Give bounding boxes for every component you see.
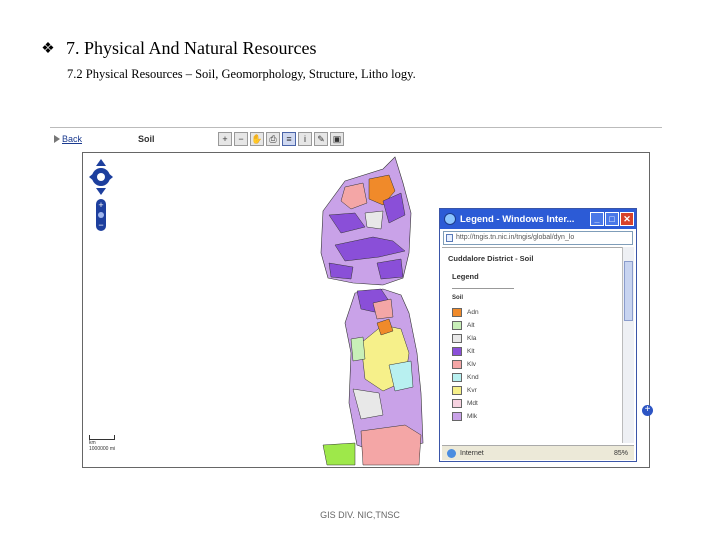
diamond-bullet-icon: ❖	[41, 41, 55, 57]
legend-icon[interactable]: ≡	[282, 132, 296, 146]
pan-zoom-control[interactable]: + −	[89, 157, 117, 237]
legend-item: Klv	[452, 358, 479, 371]
page-icon	[446, 234, 453, 242]
legend-content: Cuddalore District - Soil Legend Soil Ad…	[442, 247, 622, 444]
legend-label: Klt	[467, 348, 475, 355]
legend-label: Klv	[467, 361, 477, 368]
slide-subtitle: 7.2 Physical Resources – Soil, Geomorpho…	[67, 67, 416, 81]
legend-item: Mdt	[452, 397, 479, 410]
status-bar: Internet 85%	[442, 445, 634, 460]
legend-swatch	[452, 321, 462, 330]
legend-label: Kla	[467, 335, 477, 342]
zoom-out-icon[interactable]: −	[234, 132, 248, 146]
address-bar[interactable]: http://tngis.tn.nic.in/tngis/global/dyn_…	[443, 231, 633, 245]
legend-item: Knd	[452, 371, 479, 384]
scale-text: 1000000 mi	[89, 446, 116, 452]
legend-swatch	[452, 386, 462, 395]
map-toolbar: Back Soil + − ✋ ⎙ ≡ i ✎ ▣	[50, 132, 370, 150]
legend-swatch	[452, 373, 462, 382]
back-link[interactable]: Back	[54, 134, 82, 144]
legend-swatch	[452, 308, 462, 317]
legend-swatch	[452, 360, 462, 369]
status-text: Internet	[460, 449, 484, 457]
address-text: http://tngis.tn.nic.in/tngis/global/dyn_…	[456, 234, 575, 241]
legend-item: Mlk	[452, 410, 479, 423]
legend-list: Adn Alt Kla Klt Klv Knd Kvr Mdt Mlk	[452, 306, 479, 423]
overview-icon[interactable]: ▣	[330, 132, 344, 146]
map-frame[interactable]: + − km 1000000 mi Legend - Windows Inter…	[82, 152, 650, 468]
measure-icon[interactable]: ✎	[314, 132, 328, 146]
legend-group-label: Soil	[452, 295, 464, 301]
legend-doc-title: Cuddalore District - Soil	[448, 254, 534, 263]
identify-icon[interactable]: i	[298, 132, 312, 146]
minimize-button[interactable]: _	[590, 212, 604, 226]
expand-overview-button[interactable]: +	[642, 405, 653, 416]
back-arrow-icon	[54, 135, 60, 143]
legend-label: Adn	[467, 309, 479, 316]
internet-zone-icon	[447, 448, 456, 458]
legend-window-title: Legend - Windows Inter...	[460, 213, 575, 225]
slide-title-row: ❖ 7. Physical And Natural Resources	[40, 38, 316, 59]
legend-item: Klt	[452, 345, 479, 358]
close-button[interactable]: ✕	[620, 212, 634, 226]
scrollbar-thumb[interactable]	[624, 261, 633, 321]
toolbar-divider	[50, 127, 662, 128]
legend-label: Alt	[467, 322, 475, 329]
svg-text:+: +	[98, 200, 103, 210]
legend-label: Mlk	[467, 413, 478, 420]
soil-polygons-north	[320, 156, 412, 286]
slide-title: 7. Physical And Natural Resources	[66, 38, 317, 58]
legend-window-titlebar[interactable]: Legend - Windows Inter... _ □ ✕	[440, 209, 636, 229]
legend-window[interactable]: Legend - Windows Inter... _ □ ✕ http://t…	[439, 208, 637, 462]
legend-item: Adn	[452, 306, 479, 319]
legend-item: Kla	[452, 332, 479, 345]
zoom-in-icon[interactable]: +	[218, 132, 232, 146]
legend-swatch	[452, 334, 462, 343]
zoom-level[interactable]: 85%	[614, 450, 634, 457]
legend-label: Mdt	[467, 400, 478, 407]
legend-label: Kvr	[467, 387, 477, 394]
zoom-slider-icon[interactable]: + −	[96, 199, 106, 231]
svg-text:−: −	[98, 220, 103, 230]
print-icon[interactable]: ⎙	[266, 132, 280, 146]
ie-logo-icon	[444, 213, 456, 225]
scale-bar: km 1000000 mi	[89, 435, 115, 452]
slide-footer: GIS DIV. NIC,TNSC	[320, 510, 400, 520]
layer-name: Soil	[138, 134, 155, 144]
legend-item: Alt	[452, 319, 479, 332]
legend-swatch	[452, 412, 462, 421]
vertical-scrollbar[interactable]	[622, 247, 634, 443]
tool-buttons: + − ✋ ⎙ ≡ i ✎ ▣	[218, 132, 344, 146]
legend-swatch	[452, 399, 462, 408]
pan-arrows-icon[interactable]	[89, 159, 113, 195]
legend-rule	[452, 288, 514, 289]
pan-icon[interactable]: ✋	[250, 132, 264, 146]
legend-swatch	[452, 347, 462, 356]
legend-label: Knd	[467, 374, 479, 381]
legend-item: Kvr	[452, 384, 479, 397]
soil-polygons-south	[322, 288, 424, 466]
back-label: Back	[62, 134, 83, 144]
maximize-button[interactable]: □	[605, 212, 619, 226]
legend-heading: Legend	[452, 272, 479, 281]
